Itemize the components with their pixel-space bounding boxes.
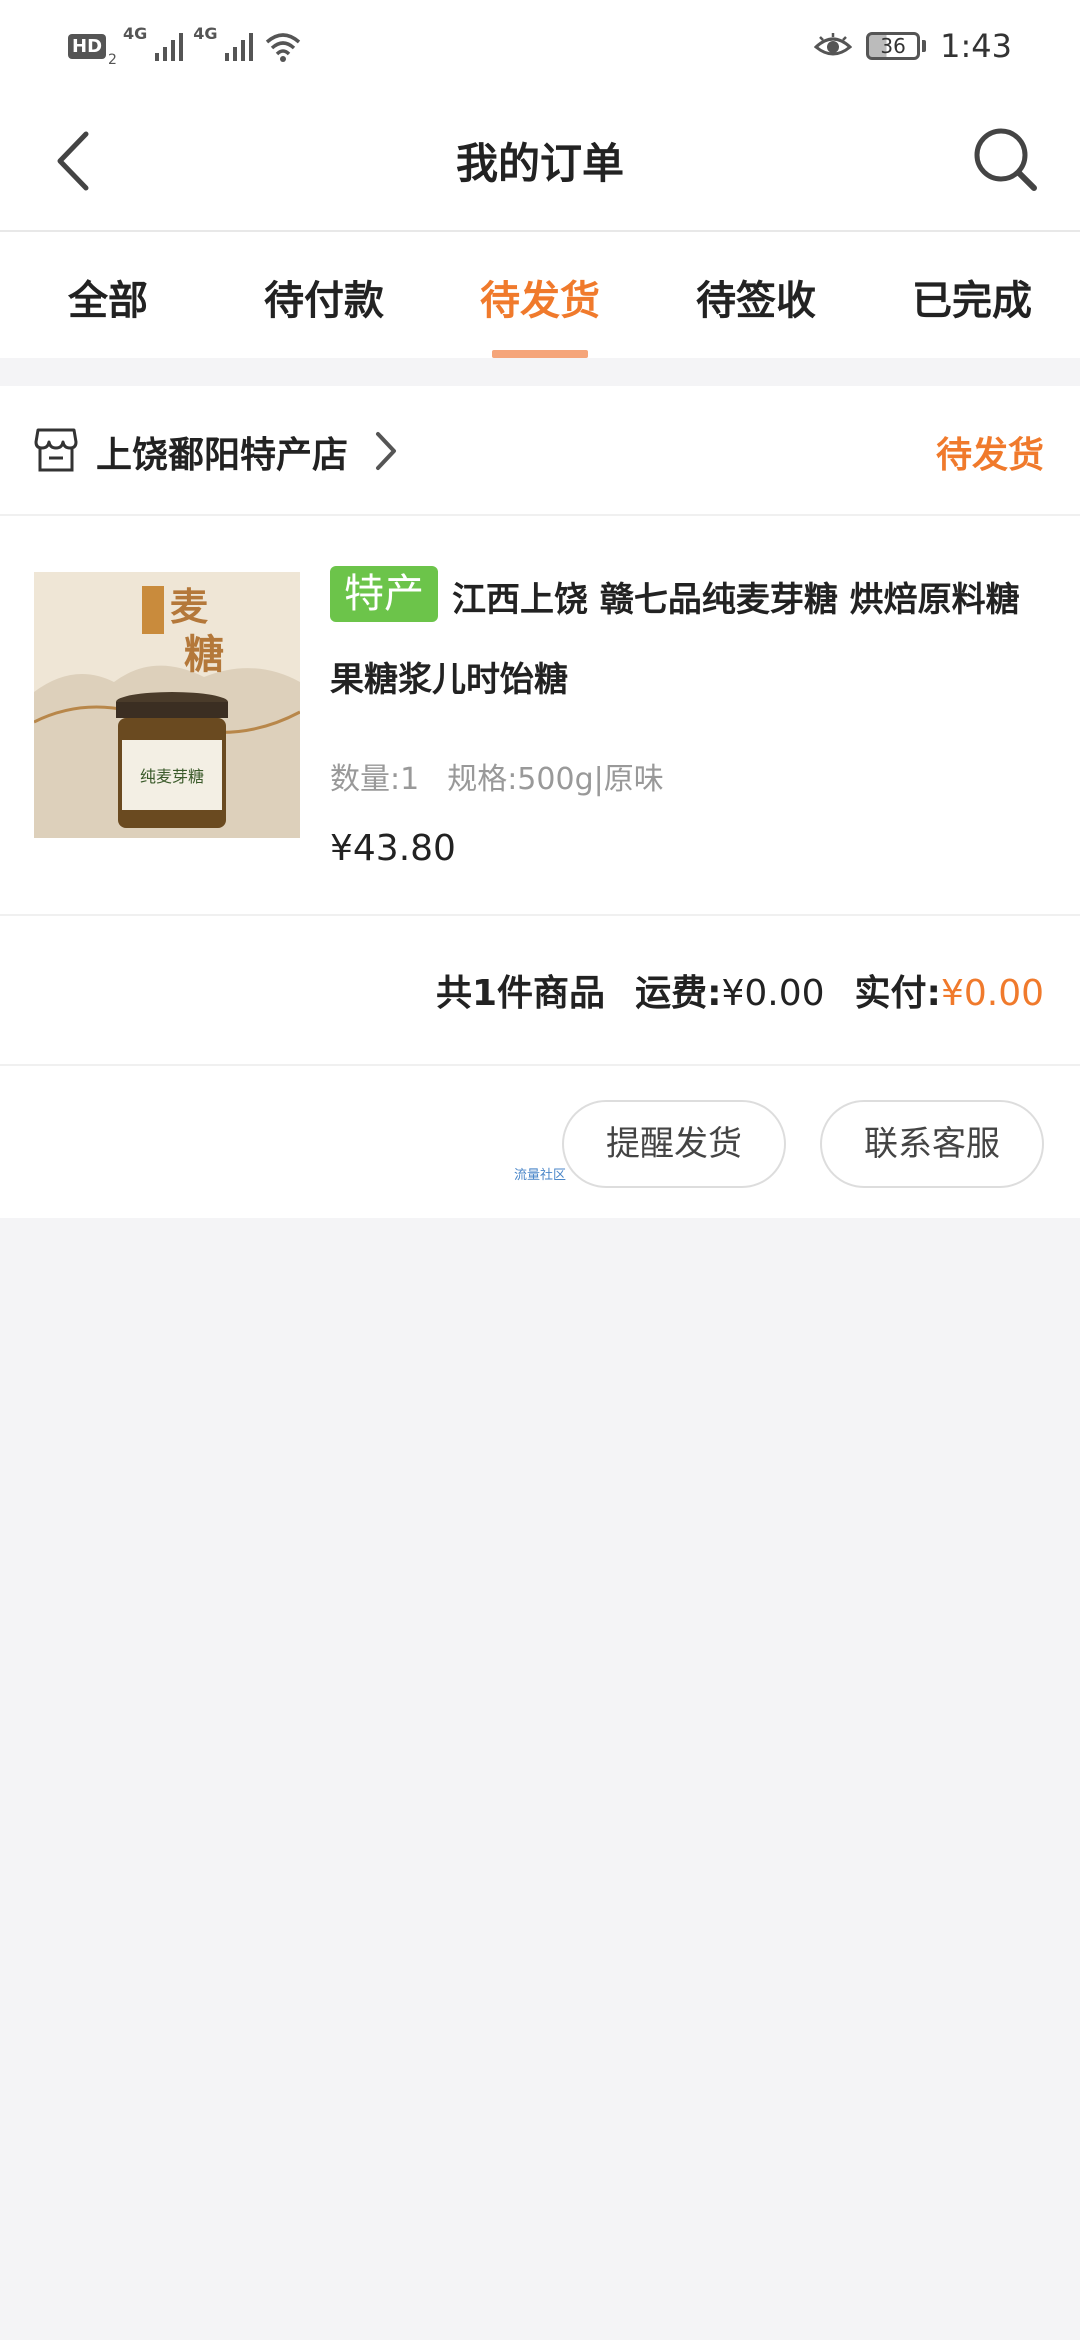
product-image[interactable]: 麦 糖 纯麦芽糖	[34, 572, 300, 838]
status-right: 36 1:43	[814, 24, 1012, 68]
clock: 1:43	[940, 27, 1012, 65]
shop-icon	[34, 428, 78, 472]
active-tab-indicator	[492, 350, 588, 358]
watermark-text: 流量社区	[514, 1168, 567, 1183]
battery-icon: 36	[866, 32, 927, 60]
summary-text: 共1件商品 运费:¥0.00 实付:¥0.00	[436, 964, 1044, 1016]
order-actions: 流量社区 提醒发货 联系客服	[0, 1066, 1080, 1218]
tab-all[interactable]: 全部	[0, 232, 216, 358]
tab-pending-payment[interactable]: 待付款	[216, 232, 432, 358]
network-label-1: 4G	[122, 24, 148, 43]
product-image-art: 麦 糖 纯麦芽糖	[34, 572, 300, 838]
remind-shipment-button[interactable]: 提醒发货	[562, 1100, 786, 1188]
order-tabs: 全部 待付款 待发货 待签收 已完成	[0, 232, 1080, 358]
signal-icon	[225, 33, 254, 61]
eye-icon	[814, 33, 853, 56]
chevron-right-icon	[376, 432, 396, 470]
shipping-label: 运费:	[635, 973, 722, 1014]
search-button[interactable]	[970, 124, 1040, 194]
shipping-value: ¥0.00	[721, 973, 825, 1014]
order-card: 上饶鄱阳特产店 待发货 麦 糖 纯麦芽糖 特产 江西上饶 赣七品纯麦芽糖 烘焙原料…	[0, 386, 1080, 1218]
hd-icon: HD	[68, 33, 107, 59]
search-icon	[974, 128, 1037, 191]
status-left: HD 2 4G 4G	[68, 24, 303, 68]
wifi-icon	[266, 33, 301, 62]
network-label-2: 4G	[193, 24, 218, 43]
page-title: 我的订单	[455, 139, 624, 188]
product-quantity: 数量:1	[330, 762, 420, 797]
contact-service-button[interactable]: 联系客服	[820, 1100, 1044, 1188]
paid-value: ¥0.00	[940, 973, 1044, 1014]
product-image-label: 纯麦芽糖	[140, 767, 204, 786]
specialty-tag: 特产	[330, 566, 438, 622]
tab-pending-receipt[interactable]: 待签收	[648, 232, 864, 358]
nav-header: 我的订单	[0, 90, 1080, 232]
product-specs: 数量:1 规格:500g|原味	[330, 754, 664, 798]
svg-text:麦: 麦	[170, 584, 208, 629]
shop-row[interactable]: 上饶鄱阳特产店 待发货	[0, 386, 1080, 516]
battery-level: 36	[866, 32, 921, 60]
shop-name: 上饶鄱阳特产店	[96, 435, 349, 476]
order-summary: 共1件商品 运费:¥0.00 实付:¥0.00	[0, 916, 1080, 1066]
sim-label: 2	[108, 52, 117, 68]
product-price: ¥43.80	[330, 828, 456, 869]
item-count: 共1件商品	[436, 973, 606, 1014]
product-title: 特产 江西上饶 赣七品纯麦芽糖 烘焙原料糖果糖浆儿时饴糖	[330, 560, 1050, 720]
tab-completed[interactable]: 已完成	[864, 232, 1080, 358]
status-bar: HD 2 4G 4G 36 1:43	[0, 0, 1080, 90]
product-spec: 规格:500g|原味	[447, 762, 664, 797]
paid-label: 实付:	[854, 973, 941, 1014]
svg-text:糖: 糖	[184, 631, 224, 678]
order-status: 待发货	[935, 435, 1044, 476]
signal-icon	[155, 33, 184, 61]
tab-pending-shipment[interactable]: 待发货	[432, 232, 648, 358]
product-row[interactable]: 麦 糖 纯麦芽糖 特产 江西上饶 赣七品纯麦芽糖 烘焙原料糖果糖浆儿时饴糖 数量:…	[0, 516, 1080, 916]
